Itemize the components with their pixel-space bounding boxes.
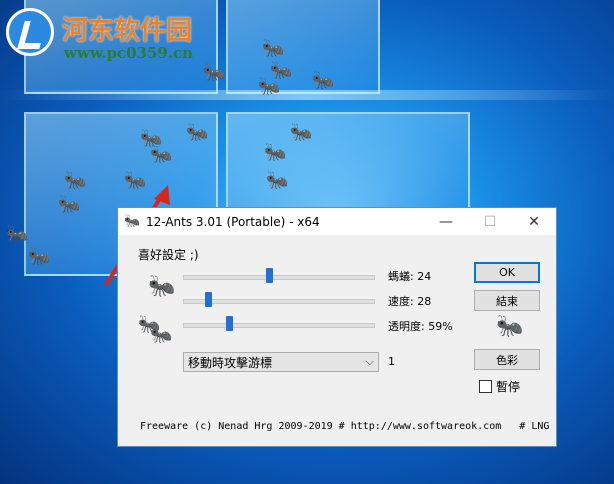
- behavior-dropdown[interactable]: 移動時攻擊游標 ⌵: [183, 352, 379, 372]
- transparency-slider[interactable]: [183, 316, 375, 332]
- ant-sprite: 🐜: [264, 142, 287, 163]
- watermark-logo-icon: [6, 8, 54, 56]
- ants-group-icon: 🐜: [150, 324, 173, 345]
- speed-slider[interactable]: [183, 292, 375, 308]
- dropdown-number: 1: [388, 355, 395, 368]
- ant-sprite: 🐜: [28, 246, 51, 267]
- ant-count-icon: 🐜: [148, 274, 176, 299]
- light-beam: [0, 90, 614, 100]
- pause-checkbox-row[interactable]: 暫停: [479, 378, 520, 395]
- window-pane: [226, 112, 470, 216]
- ant-sprite: 🐜: [262, 38, 285, 59]
- ant-sprite: 🐜: [203, 62, 226, 83]
- ant-sprite: 🐜: [58, 194, 81, 215]
- ant-count-slider[interactable]: [183, 268, 375, 284]
- pause-checkbox[interactable]: [479, 380, 492, 393]
- watermark-site-name: 河东软件园: [62, 16, 193, 46]
- dropdown-selected-value: 移動時攻擊游標: [188, 355, 273, 370]
- ant-sprite: 🐜: [290, 122, 313, 143]
- ant-icon: 🐜: [124, 214, 141, 229]
- ant-sprite: 🐜: [266, 170, 289, 191]
- slider-thumb[interactable]: [226, 316, 233, 331]
- transparency-label: 透明度: 59%: [388, 320, 453, 333]
- ant-count-label: 螞蟻: 24: [388, 270, 432, 283]
- ant-sprite: 🐜: [6, 224, 29, 245]
- title-bar[interactable]: 🐜 12-Ants 3.01 (Portable) - x64 — ☐ ✕: [118, 208, 556, 235]
- window-title: 12-Ants 3.01 (Portable) - x64: [146, 214, 320, 229]
- speed-label: 速度: 28: [388, 295, 432, 308]
- chevron-down-icon: ⌵: [365, 355, 374, 368]
- slider-thumb[interactable]: [205, 292, 212, 307]
- ant-icon: 🐜: [496, 314, 524, 339]
- settings-group-label: 喜好設定 ;): [138, 248, 199, 262]
- ant-sprite: 🐜: [150, 144, 173, 165]
- ant-sprite: 🐜: [64, 170, 87, 191]
- minimize-button[interactable]: —: [424, 208, 468, 235]
- footer-credits: Freeware (c) Nenad Hrg 2009-2019 # http:…: [140, 421, 550, 432]
- exit-button[interactable]: 結束: [474, 290, 540, 311]
- maximize-button[interactable]: ☐: [468, 208, 512, 235]
- pause-label: 暫停: [496, 380, 521, 394]
- slider-track: [183, 275, 375, 280]
- ant-sprite: 🐜: [258, 76, 281, 97]
- slider-thumb[interactable]: [266, 268, 273, 283]
- color-button[interactable]: 色彩: [474, 349, 540, 370]
- window-pane: [226, 0, 380, 94]
- watermark-url: www.pc0359.cn: [64, 44, 194, 62]
- ant-sprite: 🐜: [312, 70, 335, 91]
- close-button[interactable]: ✕: [512, 208, 556, 235]
- ok-button[interactable]: OK: [474, 262, 540, 283]
- ant-sprite: 🐜: [186, 122, 209, 143]
- slider-track: [183, 323, 375, 328]
- ants-settings-window: 🐜 12-Ants 3.01 (Portable) - x64 — ☐ ✕ 喜好…: [117, 207, 557, 447]
